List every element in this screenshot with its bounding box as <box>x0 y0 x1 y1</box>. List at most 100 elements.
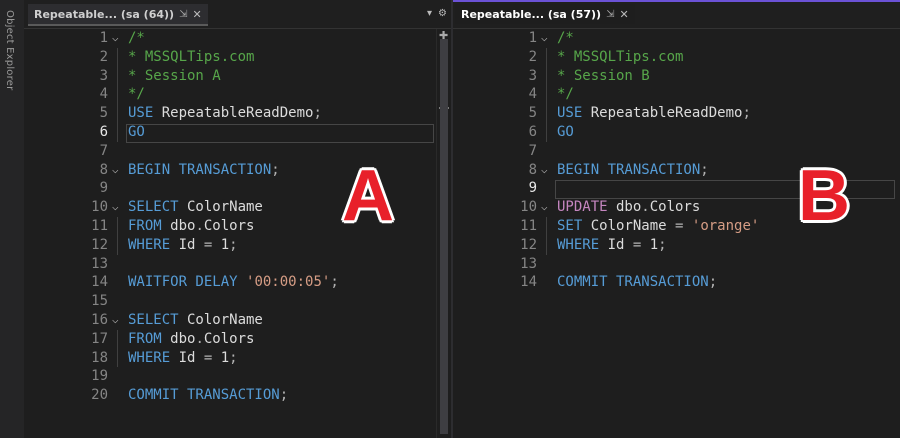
scrollbar-thumb[interactable] <box>440 39 448 434</box>
code-text: USE RepeatableReadDemo; <box>557 104 751 123</box>
code-text: COMMIT TRANSACTION; <box>128 386 288 405</box>
line-number: 4 <box>528 86 537 103</box>
fold-chevron-icon[interactable]: ⌵ <box>112 29 119 48</box>
code-line[interactable]: 4 */ <box>24 85 451 104</box>
code-token: */ <box>557 86 574 103</box>
code-text: BEGIN TRANSACTION; <box>128 161 280 180</box>
fold-chevron-icon[interactable]: ⌵ <box>112 311 119 330</box>
pin-icon[interactable]: ⇲ <box>606 9 614 20</box>
code-line[interactable]: 2 * MSSQLTips.com <box>24 48 451 67</box>
code-line[interactable]: 14 WAITFOR DELAY '00:00:05'; <box>24 273 451 292</box>
fold-guide <box>117 329 118 368</box>
code-token: WHERE <box>557 236 600 253</box>
line-number: 10 <box>91 199 108 216</box>
code-line[interactable]: 16 ⌵ SELECT ColorName <box>24 311 451 330</box>
code-line[interactable]: 17 FROM dbo.Colors <box>24 330 451 349</box>
code-text: SET ColorName = 'orange' <box>557 217 759 236</box>
object-explorer-label[interactable]: Object Explorer <box>4 10 15 90</box>
tab-session-a[interactable]: Repeatable... (sa (64)) ⇲ ✕ <box>28 4 208 26</box>
code-token: 1 <box>212 236 230 253</box>
line-number: 1 <box>99 30 108 46</box>
session-b-label: B <box>798 156 850 236</box>
fold-chevron-icon[interactable]: ⌵ <box>112 161 119 180</box>
tab-tools: ▾ ⚙ <box>427 8 447 19</box>
code-line[interactable]: 20 COMMIT TRANSACTION; <box>24 386 451 405</box>
code-text: SELECT ColorName <box>128 198 263 217</box>
code-token: UPDATE <box>557 199 608 216</box>
code-line[interactable]: 13 <box>24 255 451 274</box>
code-line[interactable]: 15 <box>24 292 451 311</box>
code-token: ; <box>658 236 667 253</box>
code-line[interactable]: 1 ⌵ /* <box>453 29 900 48</box>
code-line[interactable]: 12 WHERE Id = 1; <box>24 236 451 255</box>
tab-session-b[interactable]: Repeatable... (sa (57)) ⇲ ✕ <box>455 4 635 24</box>
tab-list-dropdown-icon[interactable]: ▾ <box>427 8 432 19</box>
code-line[interactable]: 19 <box>24 367 451 386</box>
code-text: WHERE Id = 1; <box>128 236 238 255</box>
code-line[interactable]: 14 COMMIT TRANSACTION; <box>453 273 900 292</box>
code-line[interactable]: 1 ⌵ /* <box>24 29 451 48</box>
line-number: 11 <box>520 218 537 234</box>
code-token: ; <box>271 161 280 178</box>
code-token: ColorName <box>582 218 676 234</box>
line-number: 13 <box>520 255 537 272</box>
code-token: Colors <box>649 199 701 216</box>
code-token: WHERE <box>128 236 171 253</box>
code-token: COMMIT TRANSACTION <box>128 387 280 404</box>
line-number: 2 <box>528 48 537 65</box>
code-line[interactable]: 13 <box>453 255 900 274</box>
fold-chevron-icon[interactable]: ⌵ <box>541 198 548 217</box>
object-explorer-strip[interactable]: Object Explorer <box>0 0 25 438</box>
line-number: 9 <box>99 180 108 197</box>
code-token: WAITFOR DELAY <box>128 274 238 291</box>
code-line[interactable]: 12 WHERE Id = 1; <box>453 236 900 255</box>
fold-chevron-icon[interactable]: ⌵ <box>541 161 548 180</box>
fold-chevron-icon[interactable]: ⌵ <box>112 198 119 217</box>
code-token: ; <box>708 274 718 291</box>
code-token: Id <box>599 236 633 253</box>
code-line[interactable]: 4 */ <box>453 85 900 104</box>
code-token: ColorName <box>178 199 263 216</box>
gear-icon[interactable]: ⚙ <box>438 8 447 19</box>
code-line[interactable]: 3 * Session B <box>453 67 900 86</box>
line-number: 12 <box>91 236 108 253</box>
line-number: 10 <box>520 199 537 216</box>
code-text: FROM dbo.Colors <box>128 217 254 236</box>
code-token: * MSSQLTips.com <box>557 48 684 65</box>
code-text: COMMIT TRANSACTION; <box>557 273 717 292</box>
line-number: 5 <box>99 105 108 122</box>
session-a-label: A <box>342 156 394 236</box>
line-number: 20 <box>91 387 108 404</box>
code-text: WHERE Id = 1; <box>128 349 238 368</box>
code-token: FROM <box>128 218 162 234</box>
tab-title: Repeatable... (sa (64)) <box>34 7 175 21</box>
line-number: 2 <box>99 48 108 65</box>
code-text: GO <box>557 123 574 142</box>
line-number: 13 <box>91 255 108 272</box>
code-text: SELECT ColorName <box>128 311 263 330</box>
pin-icon[interactable]: ⇲ <box>179 9 187 20</box>
code-token: SET <box>557 218 583 234</box>
code-line[interactable]: 5 USE RepeatableReadDemo; <box>24 104 451 123</box>
code-token: COMMIT TRANSACTION <box>557 274 709 291</box>
close-icon[interactable]: ✕ <box>619 8 628 21</box>
code-token: Colors <box>203 330 255 347</box>
code-line[interactable]: 3 * Session A <box>24 67 451 86</box>
code-token: */ <box>128 86 145 103</box>
code-line[interactable]: 6 GO <box>453 123 900 142</box>
line-number: 3 <box>99 67 108 84</box>
code-text: * Session B <box>557 67 650 86</box>
line-number: 1 <box>528 30 537 46</box>
code-line[interactable]: 5 USE RepeatableReadDemo; <box>453 104 900 123</box>
code-line[interactable]: 2 * MSSQLTips.com <box>453 48 900 67</box>
vertical-scrollbar-a[interactable]: ✚ <box>436 29 451 438</box>
fold-chevron-icon[interactable]: ⌵ <box>541 29 548 48</box>
close-icon[interactable]: ✕ <box>192 8 201 21</box>
code-token: 'orange' <box>691 218 760 234</box>
code-token: ; <box>330 274 339 291</box>
code-line[interactable]: 18 WHERE Id = 1; <box>24 349 451 368</box>
code-token: ; <box>229 236 238 253</box>
line-number: 14 <box>91 274 108 291</box>
